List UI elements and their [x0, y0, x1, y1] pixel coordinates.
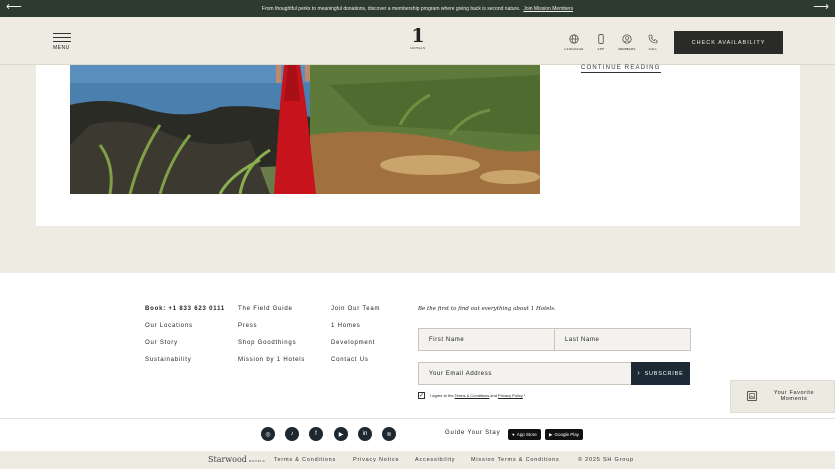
last-name-field[interactable]: Last Name — [554, 328, 691, 351]
footer-divider — [0, 418, 835, 419]
woman-in-red-dress-image — [70, 65, 540, 194]
continue-reading-link[interactable]: CONTINUE READING — [581, 65, 661, 73]
mission-link[interactable]: Mission by 1 Hotels — [238, 357, 305, 374]
favorite-moments-widget[interactable]: Your Favorite Moments — [730, 380, 835, 413]
call-icon — [648, 34, 658, 44]
phone-app-icon — [598, 34, 604, 44]
youtube-icon[interactable]: ▶ — [334, 427, 348, 441]
first-name-field[interactable]: First Name — [418, 328, 555, 351]
email-field[interactable]: Your Email Address — [418, 362, 632, 385]
logo-number: 1 — [411, 25, 425, 47]
announcement-text: From thoughtful perks to meaningful dona… — [261, 5, 521, 12]
terms-conditions-link[interactable]: Terms & Conditions — [274, 457, 336, 463]
guide-your-stay-label: Guide Your Stay — [445, 430, 501, 436]
shop-goodthings-link[interactable]: Shop Goodthings — [238, 340, 305, 357]
mission-terms-link[interactable]: Mission Terms & Conditions — [471, 457, 560, 463]
apple-icon: ● — [512, 432, 515, 437]
site-footer: Book: +1 833 623 0111 Our Locations Our … — [0, 273, 835, 451]
user-icon — [622, 34, 632, 44]
app-button[interactable]: APP — [590, 34, 612, 51]
instagram-icon[interactable]: ◎ — [261, 427, 275, 441]
starwood-logo[interactable]: Starwood HOTELS — [208, 455, 265, 464]
legal-bar: Starwood HOTELS Terms & Conditions Privac… — [0, 451, 835, 469]
site-header: MENU 1 HOTELS LANGUAGE APP MEMBERS CALL … — [0, 17, 835, 65]
subscribe-button[interactable]: › SUBSCRIBE — [631, 362, 690, 385]
agree-checkbox[interactable]: ✓ — [418, 392, 425, 399]
article-photo[interactable] — [70, 65, 540, 194]
chevron-right-icon: › — [637, 370, 641, 377]
announcement-bar: ⟵ From thoughtful perks to meaningful do… — [0, 0, 835, 17]
check-availability-button[interactable]: CHECK AVAILABILITY — [674, 31, 783, 54]
footer-column-1: Book: +1 833 623 0111 Our Locations Our … — [145, 306, 225, 374]
privacy-notice-link[interactable]: Privacy Notice — [353, 457, 399, 463]
sustainability-link[interactable]: Sustainability — [145, 357, 225, 374]
menu-label: MENU — [53, 45, 70, 51]
facebook-icon[interactable]: f — [309, 427, 323, 441]
linkedin-icon[interactable]: in — [358, 427, 372, 441]
members-button[interactable]: MEMBERS — [616, 34, 638, 51]
contact-us-link[interactable]: Contact Us — [331, 357, 380, 374]
spotify-icon[interactable]: ≋ — [382, 427, 396, 441]
newsletter-title: Be the first to find out everything abou… — [418, 306, 556, 312]
logo-sub: HOTELS — [410, 46, 426, 50]
development-link[interactable]: Development — [331, 340, 380, 357]
article-card: CONTINUE READING — [36, 65, 800, 226]
google-play-badge[interactable]: ▶ Google Play — [545, 429, 583, 440]
language-button[interactable]: LANGUAGE — [563, 34, 585, 51]
subscribe-label: SUBSCRIBE — [644, 370, 684, 377]
globe-icon — [569, 34, 579, 44]
hamburger-icon — [53, 33, 71, 34]
prev-arrow-icon[interactable]: ⟵ — [6, 2, 22, 13]
photo-gallery-icon — [747, 391, 757, 401]
footer-column-2: The Field Guide Press Shop Goodthings Mi… — [238, 306, 305, 374]
copyright-text: © 2025 SH Group — [578, 457, 634, 463]
footer-column-3: Join Our Team 1 Homes Development Contac… — [331, 306, 380, 374]
our-locations-link[interactable]: Our Locations — [145, 323, 225, 340]
menu-button[interactable]: MENU — [53, 33, 73, 51]
next-arrow-icon[interactable]: ⟶ — [813, 2, 829, 13]
join-our-team-link[interactable]: Join Our Team — [331, 306, 380, 323]
terms-link[interactable]: Terms & Conditions — [455, 393, 490, 398]
app-store-badge[interactable]: ● App Store — [508, 429, 541, 440]
privacy-link[interactable]: Privacy Policy — [498, 393, 523, 398]
accessibility-link[interactable]: Accessibility — [415, 457, 455, 463]
homes-link[interactable]: 1 Homes — [331, 323, 380, 340]
play-icon: ▶ — [549, 431, 553, 437]
join-mission-members-link[interactable]: Join Mission Members — [523, 6, 573, 12]
tiktok-icon[interactable]: ♪ — [285, 427, 299, 441]
field-guide-link[interactable]: The Field Guide — [238, 306, 305, 323]
favorites-line2: Moments — [780, 396, 808, 402]
book-phone-link[interactable]: Book: +1 833 623 0111 — [145, 306, 225, 323]
our-story-link[interactable]: Our Story — [145, 340, 225, 357]
terms-agreement: ✓ I agree to the Terms & Conditions and … — [418, 392, 526, 399]
logo[interactable]: 1 HOTELS — [408, 25, 428, 51]
press-link[interactable]: Press — [238, 323, 305, 340]
call-button[interactable]: CALL — [642, 34, 664, 51]
